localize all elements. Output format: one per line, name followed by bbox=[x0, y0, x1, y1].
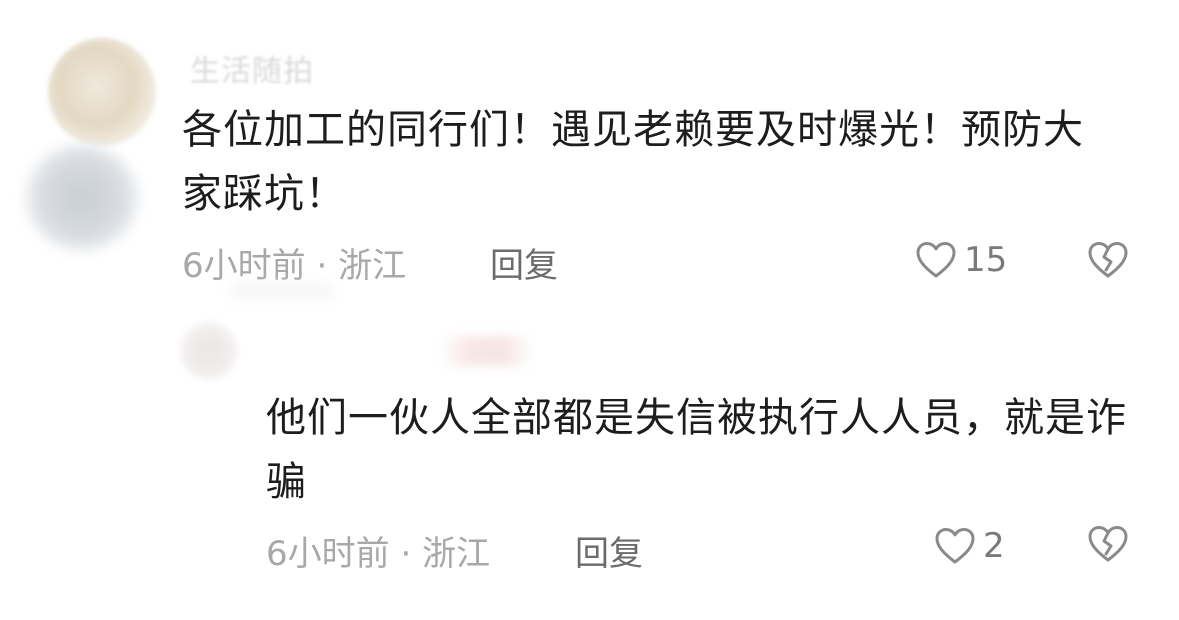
comment-username[interactable]: 生活随拍 bbox=[190, 46, 314, 90]
privacy-mask bbox=[232, 284, 332, 298]
comment-meta: 6小时前 · 浙江 bbox=[266, 526, 490, 575]
comment-location: 浙江 bbox=[338, 246, 407, 286]
comment-time: 6小时前 bbox=[266, 534, 390, 574]
comment-text: 他们一伙人全部都是失信被执行人人员，就是诈骗 bbox=[266, 395, 1127, 505]
heart-outline-icon bbox=[933, 526, 977, 566]
heart-outline-icon bbox=[914, 240, 958, 280]
dislike-button[interactable] bbox=[1086, 240, 1130, 280]
meta-separator: · bbox=[400, 534, 412, 574]
broken-heart-icon bbox=[1086, 524, 1130, 564]
comment-time: 6小时前 bbox=[182, 246, 306, 286]
comment-text: 各位加工的同行们！遇见老赖要及时爆光！预防大家踩坑！ bbox=[182, 107, 1084, 217]
reply-button[interactable]: 回复 bbox=[490, 238, 558, 287]
like-count: 15 bbox=[964, 240, 1008, 280]
dislike-button[interactable] bbox=[1086, 524, 1130, 564]
comment-location: 浙江 bbox=[422, 534, 491, 574]
broken-heart-icon bbox=[1086, 240, 1130, 280]
like-button[interactable]: 15 bbox=[914, 240, 1007, 280]
privacy-mask bbox=[440, 336, 532, 366]
avatar[interactable] bbox=[180, 322, 238, 380]
like-button[interactable]: 2 bbox=[933, 526, 1005, 566]
like-count: 2 bbox=[983, 526, 1005, 566]
avatar-privacy-mask bbox=[26, 145, 138, 250]
avatar[interactable] bbox=[48, 38, 156, 146]
meta-separator: · bbox=[316, 246, 328, 286]
comment-meta: 6小时前 · 浙江 bbox=[182, 238, 406, 287]
reply-button[interactable]: 回复 bbox=[575, 526, 643, 575]
